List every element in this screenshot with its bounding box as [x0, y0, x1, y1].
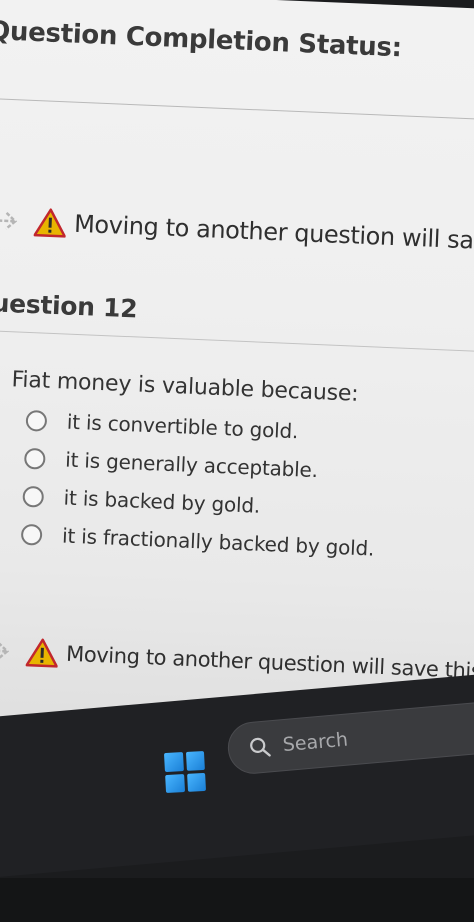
- status-divider: [0, 97, 474, 121]
- top-save-warning-row: Moving to another question will save thi…: [0, 200, 474, 269]
- question-body: Fiat money is valuable because: it is co…: [4, 367, 381, 567]
- question-completion-status-title: Question Completion Status:: [0, 15, 403, 64]
- answer-option-label[interactable]: it is convertible to gold.: [66, 410, 298, 444]
- question-divider: [0, 329, 474, 353]
- answer-option-label[interactable]: it is generally acceptable.: [65, 448, 319, 483]
- search-placeholder: Search: [281, 728, 349, 757]
- answer-option-label[interactable]: it is backed by gold.: [63, 486, 260, 518]
- answer-option-label[interactable]: it is fractionally backed by gold.: [62, 524, 375, 561]
- logo-pane: [165, 773, 185, 794]
- question-title: Question 12: [0, 287, 138, 324]
- radio-button[interactable]: [23, 447, 46, 470]
- monitor-bezel: [0, 878, 474, 922]
- radio-button[interactable]: [22, 485, 45, 508]
- warning-triangle-icon: [33, 208, 66, 238]
- radio-button[interactable]: [25, 409, 48, 432]
- windows-start-icon[interactable]: [163, 750, 207, 794]
- arrow-right-icon[interactable]: [0, 638, 13, 663]
- warning-triangle-icon: [25, 638, 58, 668]
- radio-button[interactable]: [20, 523, 43, 546]
- logo-pane: [185, 750, 205, 771]
- browser-page: Question Completion Status: Moving to an…: [0, 0, 474, 780]
- arrow-right-icon[interactable]: [0, 208, 21, 233]
- search-icon: [250, 737, 271, 757]
- logo-pane: [163, 752, 184, 772]
- logo-pane: [186, 772, 207, 792]
- save-warning-text: Moving to another question will save thi…: [73, 209, 474, 263]
